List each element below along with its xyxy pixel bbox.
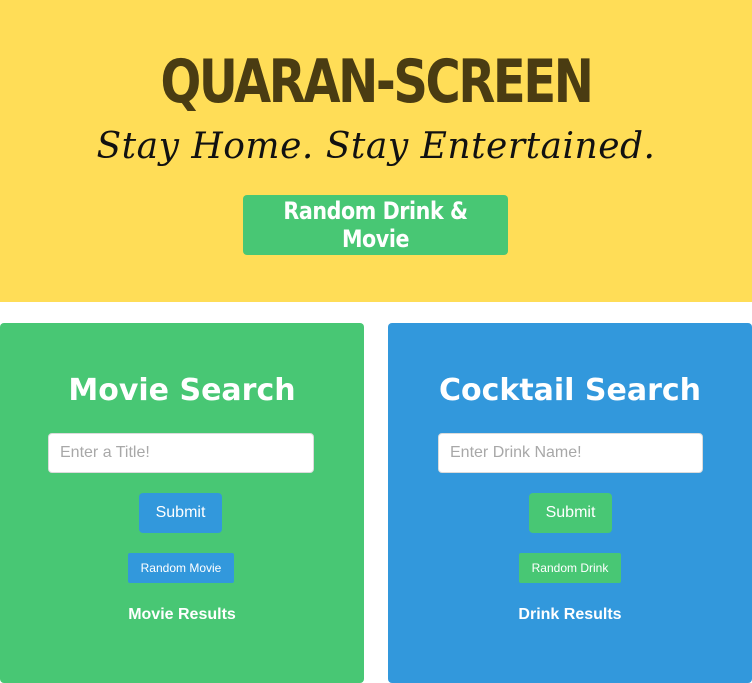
random-drink-movie-label: Random Drink & Movie <box>283 197 468 253</box>
movie-results-heading: Movie Results <box>128 606 236 623</box>
site-title: QUARAN-SCREEN <box>160 47 594 117</box>
drink-results-heading: Drink Results <box>518 606 622 623</box>
movie-search-title: Movie Search <box>68 373 296 408</box>
movie-search-panel: Movie Search Submit Random Movie Movie R… <box>0 323 364 683</box>
random-drink-button[interactable]: Random Drink <box>519 553 621 583</box>
cocktail-search-title: Cocktail Search <box>438 373 702 408</box>
drink-submit-button[interactable]: Submit <box>529 493 612 533</box>
random-movie-button[interactable]: Random Movie <box>128 553 234 583</box>
site-tagline: Stay Home. Stay Entertained. <box>96 126 656 167</box>
movie-title-input[interactable] <box>48 433 314 473</box>
cocktail-search-panel: Cocktail Search Submit Random Drink Drin… <box>388 323 752 683</box>
movie-submit-button[interactable]: Submit <box>139 493 222 533</box>
drink-name-input[interactable] <box>438 433 703 473</box>
hero-banner: QUARAN-SCREEN Stay Home. Stay Entertaine… <box>0 0 752 302</box>
random-drink-movie-button[interactable]: Random Drink & Movie <box>243 195 508 255</box>
